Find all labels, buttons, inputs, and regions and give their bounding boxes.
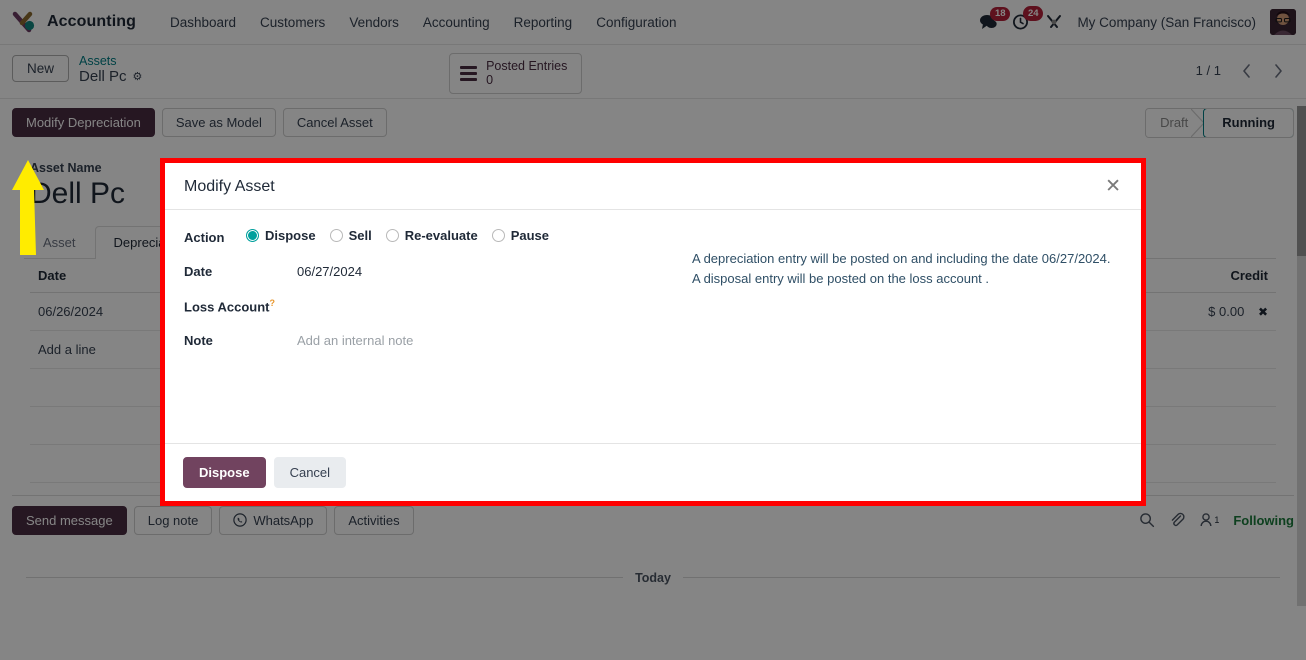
note-label: Note xyxy=(184,333,213,349)
radio-sell-icon[interactable] xyxy=(329,229,343,242)
radio-option-dispose[interactable]: Dispose xyxy=(246,228,316,243)
action-label: Action xyxy=(184,230,225,245)
dialog-footer: Dispose Cancel xyxy=(165,443,1141,501)
radio-option-sell[interactable]: Sell xyxy=(329,228,372,243)
loss-account-label-text: Loss Account xyxy=(184,299,270,315)
radio-pause-label: Pause xyxy=(510,228,549,243)
action-field-row: Action Dispose Sell Re-evaluate Pause xyxy=(184,228,684,245)
note-field-row: Note Add an internal note xyxy=(184,333,684,348)
info-line-depreciation: A depreciation entry will be posted on a… xyxy=(692,251,1111,266)
loss-account-field-row: Loss Account? xyxy=(184,298,684,314)
dialog-body: Action Dispose Sell Re-evaluate Pause Da… xyxy=(165,210,1141,443)
radio-sell-label: Sell xyxy=(348,228,372,243)
radio-re-evaluate-label: Re-evaluate xyxy=(404,228,478,243)
radio-re-evaluate-icon[interactable] xyxy=(385,229,399,242)
radio-pause-icon[interactable] xyxy=(491,229,505,242)
date-field-row: Date 06/27/2024 xyxy=(184,264,684,279)
modify-asset-dialog: Modify Asset ✕ Action Dispose Sell Re-ev… xyxy=(165,163,1141,501)
dialog-info-column: A depreciation entry will be posted on a… xyxy=(684,228,1122,433)
radio-dispose-icon[interactable] xyxy=(246,229,259,242)
dispose-confirm-button[interactable]: Dispose xyxy=(183,457,266,488)
radio-dispose-label: Dispose xyxy=(265,228,316,243)
dialog-form-column: Action Dispose Sell Re-evaluate Pause Da… xyxy=(184,228,684,433)
dialog-cancel-button[interactable]: Cancel xyxy=(273,457,347,488)
loss-account-label: Loss Account? xyxy=(184,298,297,314)
dialog-title: Modify Asset xyxy=(184,177,275,195)
note-input[interactable]: Add an internal note xyxy=(297,333,413,348)
date-label: Date xyxy=(184,264,213,279)
modify-asset-dialog-highlight: Modify Asset ✕ Action Dispose Sell Re-ev… xyxy=(160,158,1146,506)
help-tooltip-icon[interactable]: ? xyxy=(269,298,275,308)
close-icon[interactable]: ✕ xyxy=(1103,177,1123,196)
dialog-header: Modify Asset ✕ xyxy=(165,163,1141,210)
action-radio-group: Dispose Sell Re-evaluate Pause xyxy=(246,228,563,243)
info-line-disposal: A disposal entry will be posted on the l… xyxy=(692,270,990,286)
date-input[interactable]: 06/27/2024 xyxy=(297,264,362,279)
radio-option-pause[interactable]: Pause xyxy=(491,228,549,243)
radio-option-re-evaluate[interactable]: Re-evaluate xyxy=(385,228,478,243)
